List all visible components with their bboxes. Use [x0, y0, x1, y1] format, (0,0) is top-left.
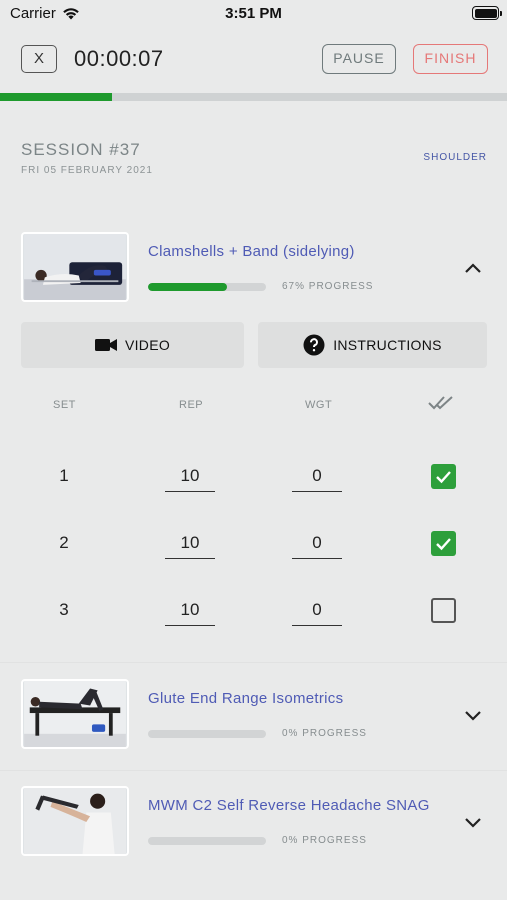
exercise-progress-fill — [148, 283, 228, 291]
weight-input[interactable]: 0 — [292, 533, 342, 559]
exercise-thumbnail[interactable] — [21, 679, 129, 749]
exercise-progress-bar — [148, 283, 266, 291]
weight-input[interactable]: 0 — [292, 466, 342, 492]
instructions-button-label: INSTRUCTIONS — [333, 337, 442, 353]
exercise-title[interactable]: MWM C2 Self Reverse Headache SNAG — [148, 797, 430, 814]
session-body-region-tag: SHOULDER — [423, 152, 487, 163]
exercise-photo-snag — [24, 788, 126, 854]
divider — [0, 770, 507, 771]
rep-input[interactable]: 10 — [165, 533, 215, 559]
video-button-label: VIDEO — [124, 337, 171, 353]
chevron-up-icon[interactable] — [464, 262, 482, 274]
rep-column-header: REP — [179, 399, 204, 411]
set-column-header: SET — [53, 399, 76, 411]
exercise-title[interactable]: Clamshells + Band (sidelying) — [148, 243, 355, 260]
chevron-down-icon[interactable] — [464, 710, 482, 722]
set-number: 2 — [59, 533, 69, 552]
battery-icon — [472, 6, 502, 20]
exercise-title[interactable]: Glute End Range Isometrics — [148, 690, 343, 707]
exercise-photo-glute-isometrics — [24, 681, 126, 747]
double-check-icon[interactable] — [428, 394, 458, 412]
exercise-photo-clamshells — [24, 234, 126, 300]
chevron-down-icon[interactable] — [464, 817, 482, 829]
set-number: 1 — [59, 466, 69, 485]
question-circle-icon — [303, 334, 325, 356]
rep-input[interactable]: 10 — [165, 466, 215, 492]
exercise-progress-bar — [148, 837, 266, 845]
weight-column-header: WGT — [305, 399, 333, 411]
close-button[interactable]: X — [21, 45, 57, 73]
workout-toolbar: X 00:00:07 PAUSE FINISH — [0, 42, 507, 78]
set-number: 3 — [59, 600, 69, 619]
finish-button[interactable]: FINISH — [413, 44, 488, 74]
exercise-thumbnail[interactable] — [21, 786, 129, 856]
video-camera-icon — [94, 339, 117, 351]
instructions-button[interactable]: INSTRUCTIONS — [258, 322, 487, 368]
exercise-progress-label: 0% PROGRESS — [282, 835, 367, 846]
exercise-progress-bar — [148, 730, 266, 738]
exercise-thumbnail[interactable] — [21, 232, 129, 302]
session-title: SESSION #37 — [21, 140, 141, 159]
session-timer: 00:00:07 — [74, 46, 164, 71]
session-date: FRI 05 FEBRUARY 2021 — [21, 165, 153, 176]
session-progress-fill — [0, 93, 112, 101]
checkbox-checked-icon[interactable] — [431, 464, 456, 489]
exercise-progress-label: 0% PROGRESS — [282, 728, 367, 739]
divider — [0, 662, 507, 663]
status-bar: Carrier 3:51 PM — [0, 0, 507, 28]
exercise-progress-label: 67% PROGRESS — [282, 281, 374, 292]
checkbox-checked-icon[interactable] — [431, 531, 456, 556]
clock: 3:51 PM — [225, 5, 282, 22]
session-progress-bar — [0, 93, 507, 101]
video-button[interactable]: VIDEO — [21, 322, 244, 368]
pause-button[interactable]: PAUSE — [322, 44, 396, 74]
rep-input[interactable]: 10 — [165, 600, 215, 626]
weight-input[interactable]: 0 — [292, 600, 342, 626]
checkbox-empty-icon[interactable] — [431, 598, 456, 623]
